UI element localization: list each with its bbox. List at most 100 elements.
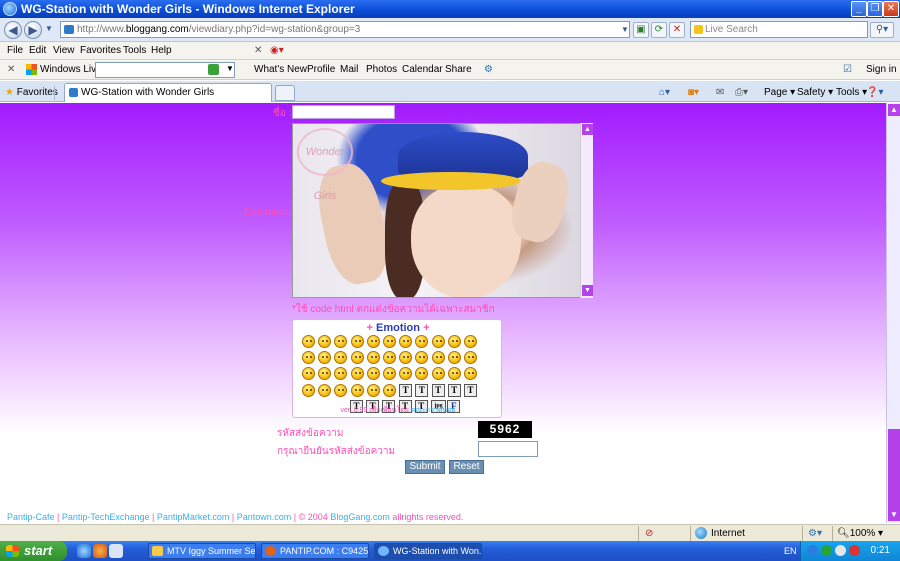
smiley-icon[interactable] [366, 351, 380, 365]
windows-live-go-icon[interactable] [208, 64, 219, 75]
smiley-icon[interactable] [318, 367, 332, 381]
footer-link-pantown[interactable]: Pantown.com [237, 512, 292, 522]
live-checkbox-icon[interactable]: ☑ [843, 64, 852, 75]
live-link-profile[interactable]: Profile [307, 64, 335, 75]
footer-link-bloggang[interactable]: BlogGang.com [330, 512, 390, 522]
menu-edit[interactable]: Edit [29, 45, 46, 56]
submit-button[interactable]: Submit [405, 460, 445, 474]
footer-link-pantip-techexchange[interactable]: Pantip-TechExchange [62, 512, 150, 522]
tray-security-icon[interactable] [821, 545, 832, 556]
smiley-icon[interactable] [318, 383, 332, 397]
task-mtv-iggy[interactable]: MTV Iggy Summer Set [148, 543, 256, 559]
smiley-icon[interactable] [399, 335, 413, 348]
safety-menu[interactable]: Safety ▾ [797, 87, 833, 98]
search-button[interactable]: ⚲▾ [870, 22, 894, 38]
smiley-icon[interactable] [431, 335, 445, 348]
tools-menu[interactable]: Tools ▾ [836, 87, 867, 98]
comment-scroll-up-icon[interactable]: ▲ [582, 124, 593, 135]
security-status-icon[interactable]: ⊘ [645, 528, 653, 539]
back-button[interactable]: ◀ [4, 21, 22, 39]
smiley-icon[interactable] [431, 367, 445, 381]
smiley-icon[interactable] [350, 351, 364, 365]
smiley-icon[interactable] [334, 367, 348, 381]
emotion-version-author[interactable]: คณะกวาดน้อย [411, 407, 456, 414]
format-button[interactable]: T [464, 383, 477, 397]
smiley-icon[interactable] [302, 351, 315, 365]
smiley-icon[interactable] [383, 351, 396, 365]
smiley-icon[interactable] [302, 335, 315, 348]
language-indicator[interactable]: EN [784, 546, 797, 556]
forward-button[interactable]: ▶ [24, 21, 42, 39]
smiley-icon[interactable] [383, 367, 396, 381]
page-scrollbar[interactable]: ▲ ▼ [886, 103, 900, 523]
smiley-icon[interactable] [464, 335, 477, 348]
smiley-icon[interactable] [302, 383, 315, 397]
scroll-up-icon[interactable]: ▲ [888, 104, 900, 116]
comment-scroll-down-icon[interactable]: ▼ [582, 285, 593, 296]
comment-scrollbar[interactable]: ▲ ▼ [580, 123, 593, 298]
format-button[interactable]: T [415, 383, 429, 397]
smiley-icon[interactable] [431, 351, 445, 365]
live-link-mail[interactable]: Mail [340, 64, 358, 75]
new-tab-button[interactable] [275, 85, 295, 101]
smiley-icon[interactable] [334, 383, 348, 397]
smiley-icon[interactable] [447, 351, 461, 365]
compat-view-icon[interactable]: ▣ [633, 22, 649, 38]
smiley-icon[interactable] [447, 367, 461, 381]
smiley-icon[interactable] [334, 335, 348, 348]
tray-alert-icon[interactable] [849, 545, 860, 556]
menu-view[interactable]: View [53, 45, 75, 56]
tray-network-icon[interactable] [807, 545, 818, 556]
print-icon[interactable]: ⎙▾ [735, 87, 748, 98]
smiley-icon[interactable] [318, 351, 332, 365]
history-dropdown-icon[interactable]: ▼ [45, 24, 53, 33]
tray-volume-icon[interactable] [835, 545, 846, 556]
task-pantip[interactable]: PANTIP.COM : C9425... [261, 543, 369, 559]
smiley-icon[interactable] [302, 367, 315, 381]
smiley-icon[interactable] [383, 335, 396, 348]
close-button[interactable]: ✕ [883, 1, 899, 17]
menu-tools[interactable]: Tools [123, 45, 146, 56]
stop-icon[interactable]: ✕ [669, 22, 685, 38]
smiley-icon[interactable] [464, 351, 477, 365]
home-icon[interactable]: ⌂▾ [659, 87, 670, 98]
maximize-button[interactable]: ❐ [867, 1, 883, 17]
smiley-icon[interactable] [318, 335, 332, 348]
refresh-icon[interactable]: ⟳ [651, 22, 667, 38]
quicklaunch-firefox-icon[interactable] [93, 544, 107, 558]
live-link-share[interactable]: Share [445, 64, 472, 75]
feeds-icon[interactable]: ◙▾ [688, 87, 699, 98]
footer-link-pantipmarket[interactable]: PantipMarket.com [157, 512, 230, 522]
format-button[interactable]: T [447, 383, 461, 397]
quicklaunch-desktop-icon[interactable] [109, 544, 123, 558]
close-toolbar-icon[interactable]: ✕ [254, 45, 262, 56]
scroll-thumb[interactable] [888, 429, 900, 509]
smiley-icon[interactable] [366, 383, 380, 397]
smiley-icon[interactable] [350, 335, 364, 348]
zoom-level[interactable]: 🔍︎100% ▾ [837, 528, 883, 539]
smiley-icon[interactable] [350, 367, 364, 381]
address-dropdown-icon[interactable]: ▼ [619, 23, 631, 36]
menu-file[interactable]: File [7, 45, 23, 56]
smiley-icon[interactable] [399, 351, 413, 365]
format-button[interactable]: T [399, 383, 413, 397]
start-button[interactable]: start [0, 541, 67, 561]
smiley-icon[interactable] [415, 351, 429, 365]
menu-help[interactable]: Help [151, 45, 172, 56]
smiley-icon[interactable] [415, 367, 429, 381]
live-addon-icon[interactable]: ⚙ [484, 64, 493, 75]
menu-favorites[interactable]: Favorites [80, 45, 121, 56]
smiley-icon[interactable] [350, 383, 364, 397]
format-button[interactable]: T [431, 383, 445, 397]
smiley-icon[interactable] [366, 367, 380, 381]
tab-wg-station[interactable]: WG-Station with Wonder Girls [64, 83, 272, 102]
toolbar-addon-icon[interactable]: ◉▾ [270, 45, 284, 56]
task-wg-station[interactable]: WG-Station with Won... [374, 543, 482, 559]
smiley-icon[interactable] [447, 335, 461, 348]
help-icon[interactable]: ❓▾ [866, 87, 883, 98]
scroll-down-icon[interactable]: ▼ [888, 509, 900, 521]
address-input[interactable]: http://www.bloggang.com/viewdiary.php?id… [60, 21, 630, 38]
protected-mode-icon[interactable]: ⚙▾ [808, 528, 822, 539]
smiley-icon[interactable] [399, 367, 413, 381]
quicklaunch-ie-icon[interactable] [77, 544, 91, 558]
